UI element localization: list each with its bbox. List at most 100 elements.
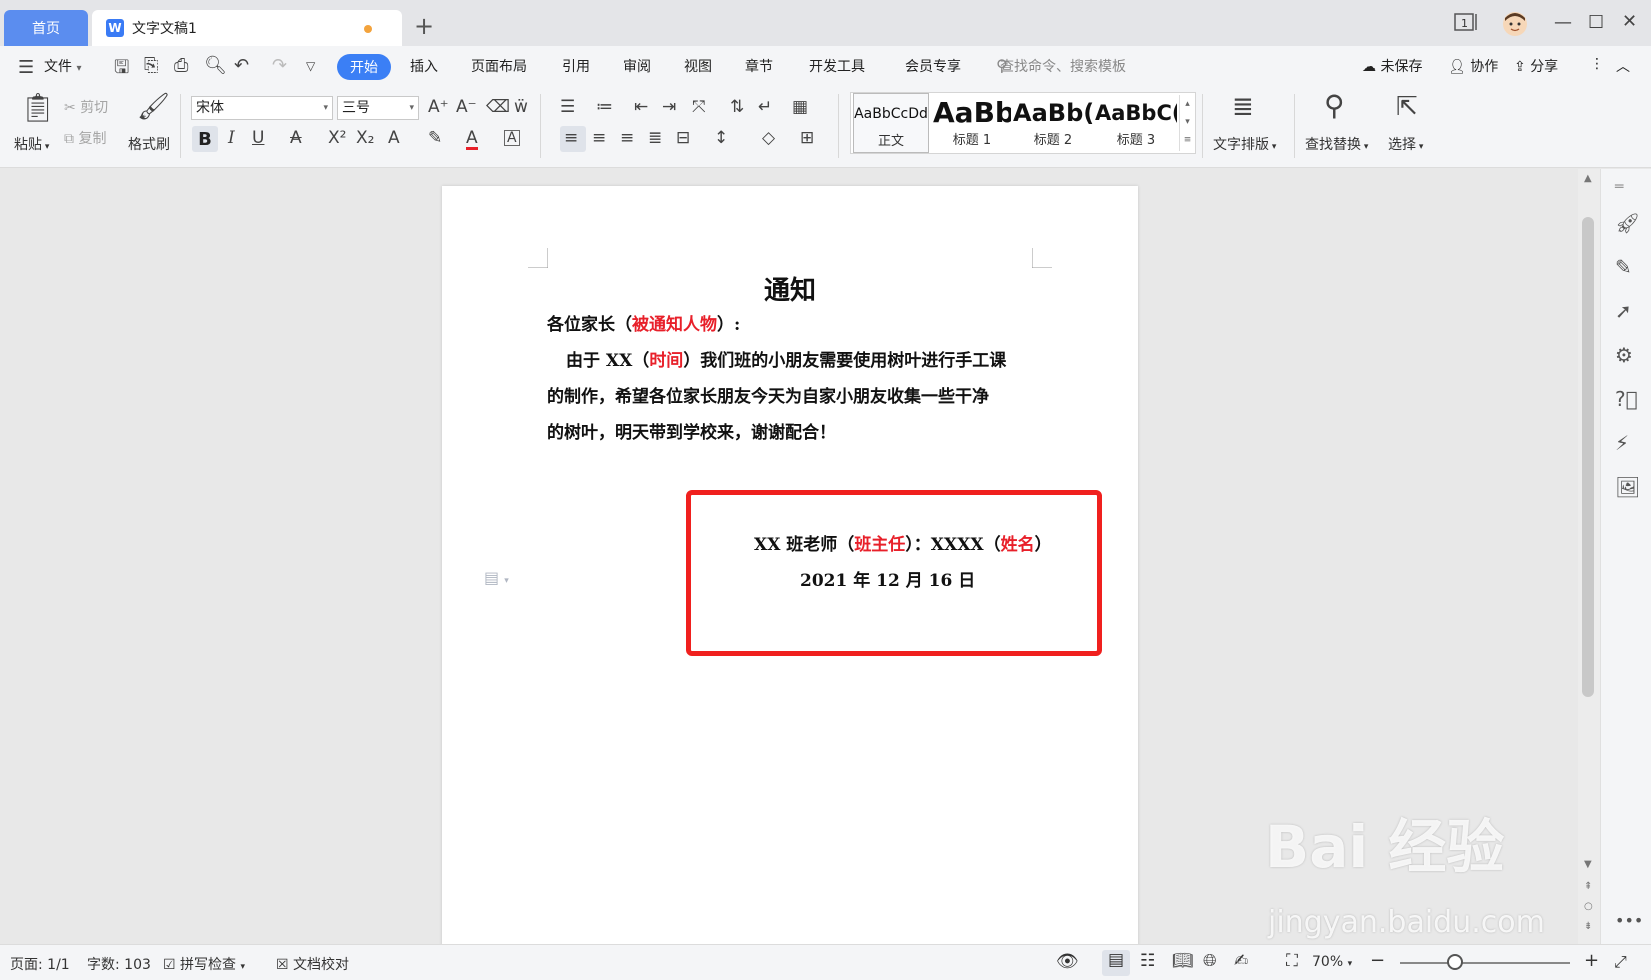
styles-scroll[interactable]: ▴ ▾ ≡ — [1179, 95, 1195, 151]
proofread-button[interactable]: ☒ 文档校对 — [276, 954, 349, 974]
phonetic-guide-icon[interactable]: ẅ — [514, 99, 528, 116]
paragraph-options-icon[interactable]: ▤ ▾ — [484, 568, 509, 587]
hamburger-icon[interactable]: ☰ — [18, 57, 34, 78]
style-heading-1[interactable]: AaBb 标题 1 — [933, 93, 1011, 153]
magnifier-icon[interactable]: ⚲ — [1324, 92, 1345, 120]
superscript-button[interactable]: X² — [328, 130, 346, 147]
increase-indent-icon[interactable]: ⇥ — [662, 99, 676, 116]
style-normal[interactable]: AaBbCcDd 正文 — [853, 93, 929, 153]
borders-icon[interactable]: ⊞ — [800, 130, 814, 147]
tab-document[interactable]: W 文字文稿1 — [92, 10, 402, 46]
image-edit-icon[interactable]: 🖼︎ — [1615, 475, 1640, 499]
bullet-list-icon[interactable]: ☰ — [560, 99, 575, 116]
align-center-icon[interactable]: ≡ — [592, 130, 606, 147]
print-icon[interactable]: ⎙ — [174, 55, 188, 76]
file-menu[interactable]: 文件 ▾ — [44, 56, 81, 76]
print-preview-icon[interactable]: 🔍︎ — [204, 55, 227, 76]
word-count[interactable]: 字数: 103 — [87, 954, 151, 974]
reading-view-icon[interactable]: 📖︎ — [1172, 951, 1194, 971]
show-marks-icon[interactable]: ↵ — [758, 99, 772, 116]
scroll-thumb[interactable] — [1582, 217, 1594, 697]
browse-object-icon[interactable]: ○ — [1584, 901, 1593, 912]
cut-button[interactable]: ✂ 剪切 — [64, 97, 108, 117]
tab-start[interactable]: 开始 — [337, 54, 391, 80]
pen-icon[interactable]: ✎ — [1615, 255, 1632, 279]
style-heading-2[interactable]: AaBb( 标题 2 — [1013, 93, 1093, 153]
prev-page-icon[interactable]: ⇞ — [1584, 881, 1592, 892]
write-mode-icon[interactable]: ✍ — [1234, 951, 1248, 971]
chinese-layout-icon[interactable]: ⤧ — [692, 99, 706, 116]
scroll-up-icon[interactable]: ▲ — [1584, 173, 1592, 184]
new-tab-button[interactable]: + — [414, 14, 434, 38]
copy-button[interactable]: ⧉ 复制 — [64, 128, 106, 148]
maximize-icon[interactable]: ☐ — [1588, 12, 1604, 33]
unsaved-button[interactable]: ☁ 未保存 — [1362, 56, 1422, 76]
tab-member[interactable]: 会员专享 — [905, 56, 961, 76]
paste-icon[interactable]: 📋︎ — [20, 94, 56, 122]
numbered-list-icon[interactable]: ≔ — [596, 99, 613, 116]
underline-button[interactable]: U — [252, 130, 264, 147]
command-search-input[interactable]: 查找命令、搜索模板 — [1000, 56, 1126, 76]
share-button[interactable]: ⇪ 分享 — [1514, 56, 1558, 76]
decrease-indent-icon[interactable]: ⇤ — [634, 99, 648, 116]
redo-icon[interactable]: ↷ — [272, 55, 287, 76]
select-button[interactable]: 选择 ▾ — [1388, 134, 1423, 154]
more-icon[interactable]: ••• — [1615, 911, 1643, 930]
justify-icon[interactable]: ≣ — [648, 130, 662, 147]
clear-format-icon[interactable]: ⌫ — [486, 99, 510, 116]
shading-icon[interactable]: ◇ — [762, 130, 775, 147]
zoom-slider[interactable] — [1400, 962, 1570, 964]
user-avatar[interactable] — [1502, 11, 1528, 42]
eye-protection-icon[interactable]: 👁︎ — [1056, 951, 1079, 972]
font-color-icon[interactable]: A — [466, 130, 478, 150]
tab-page-layout[interactable]: 页面布局 — [471, 56, 527, 76]
tab-home[interactable]: 首页 — [4, 10, 88, 46]
save-icon[interactable]: 🖫 — [114, 55, 129, 85]
help-icon[interactable]: ?⃝ — [1615, 387, 1638, 411]
bold-button[interactable]: B — [192, 126, 218, 152]
collaborate-button[interactable]: 👤︎ 协作 — [1448, 56, 1498, 76]
format-painter-button[interactable]: 格式刷 — [128, 134, 170, 154]
page-count-button[interactable]: 1 — [1454, 12, 1480, 37]
character-border-icon[interactable]: A — [504, 130, 520, 146]
sidebar-handle-icon[interactable]: ═ — [1615, 179, 1623, 195]
font-size-select[interactable]: 三号 ▾ — [337, 96, 419, 120]
font-name-select[interactable]: 宋体 ▾ — [191, 96, 333, 120]
sort-icon[interactable]: ⇅ — [730, 99, 744, 116]
pointer-icon[interactable]: ➚ — [1615, 299, 1632, 323]
tab-view[interactable]: 视图 — [684, 56, 712, 76]
minimize-icon[interactable]: — — [1554, 12, 1572, 33]
tab-chapter[interactable]: 章节 — [745, 56, 773, 76]
zoom-level-select[interactable]: 70% ▾ — [1312, 954, 1352, 970]
line-spacing-icon[interactable]: ↕ — [714, 130, 728, 147]
increase-font-icon[interactable]: A⁺ — [428, 99, 449, 116]
collapse-ribbon-icon[interactable]: ︿ — [1616, 56, 1630, 76]
italic-button[interactable]: I — [228, 130, 235, 147]
tab-insert[interactable]: 插入 — [410, 56, 438, 76]
tab-review[interactable]: 审阅 — [623, 56, 651, 76]
text-layout-button[interactable]: 文字排版 ▾ — [1213, 134, 1276, 154]
vertical-scrollbar[interactable]: ▲ ▼ ⇞ ○ ⇟ — [1578, 169, 1600, 944]
page-indicator[interactable]: 页面: 1/1 — [10, 954, 70, 974]
fullscreen-icon[interactable]: ⤢ — [1614, 952, 1627, 972]
outline-view-icon[interactable]: ☷ — [1140, 951, 1155, 971]
settings-sliders-icon[interactable]: ⚙ — [1615, 343, 1633, 367]
text-effect-icon[interactable]: A — [388, 130, 400, 147]
scroll-down-icon[interactable]: ▼ — [1584, 859, 1592, 870]
align-right-icon[interactable]: ≡ — [620, 130, 634, 147]
decrease-font-icon[interactable]: A⁻ — [456, 99, 477, 116]
zoom-slider-knob[interactable] — [1447, 954, 1463, 970]
tab-developer[interactable]: 开发工具 — [809, 56, 865, 76]
export-pdf-icon[interactable]: ⎘ — [144, 55, 158, 76]
cursor-icon[interactable]: ⇱ — [1396, 94, 1418, 120]
subscript-button[interactable]: X₂ — [356, 130, 374, 147]
table-grid-icon[interactable]: ▦ — [792, 99, 808, 116]
style-heading-3[interactable]: AaBbC( 标题 3 — [1095, 93, 1177, 153]
strikethrough-button[interactable]: A — [290, 130, 302, 147]
more-menu-icon[interactable]: ⋮ — [1590, 56, 1604, 72]
find-replace-button[interactable]: 查找替换 ▾ — [1305, 134, 1368, 154]
lightning-icon[interactable]: ⚡︎ — [1615, 431, 1629, 455]
highlight-icon[interactable]: ✎ — [428, 130, 442, 147]
rocket-icon[interactable]: 🚀︎ — [1615, 211, 1640, 235]
distribute-icon[interactable]: ⊟ — [676, 130, 690, 147]
